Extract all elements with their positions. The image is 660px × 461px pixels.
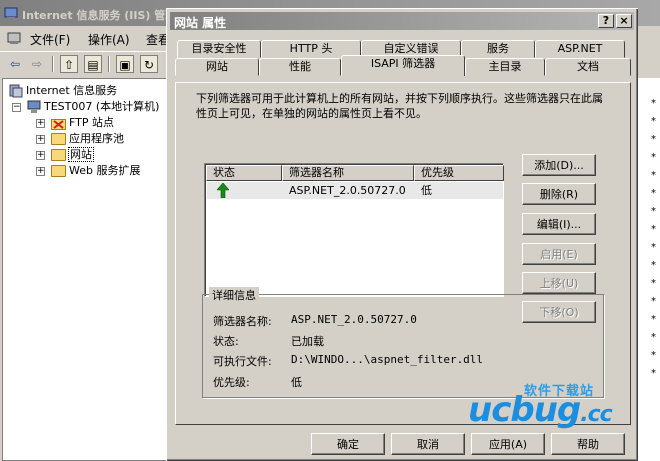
iis-server-icon	[9, 84, 23, 98]
status-mark: *	[651, 278, 656, 289]
folder-icon	[51, 165, 66, 177]
menu-file[interactable]: 文件(F)	[30, 31, 70, 48]
tab-documents[interactable]: 文档	[545, 58, 631, 76]
detail-exe-value: D:\WINDO...\aspnet_filter.dll	[291, 353, 484, 366]
column-filter-name[interactable]: 筛选器名称	[282, 165, 414, 181]
close-title-button[interactable]: ×	[616, 14, 632, 28]
filter-name-cell: ASP.NET_2.0.50727.0	[289, 184, 406, 197]
status-mark: *	[651, 188, 656, 199]
folder-icon	[51, 149, 66, 161]
show-tree-icon[interactable]: ▤	[84, 55, 102, 73]
status-mark: *	[651, 350, 656, 361]
mmc-window-icon	[7, 32, 21, 44]
tree-item-webext[interactable]: Web 服务扩展	[51, 163, 140, 179]
tree-item-websites[interactable]: 网站	[51, 147, 94, 163]
properties-icon[interactable]: ▣	[116, 55, 134, 73]
status-mark: *	[651, 368, 656, 379]
mmc-title: Internet 信息服务 (IIS) 管理器	[22, 9, 188, 22]
detail-priority-label: 优先级:	[213, 376, 250, 389]
filter-priority-cell: 低	[421, 184, 432, 197]
status-mark: *	[651, 152, 656, 163]
status-mark: *	[651, 98, 656, 109]
help-title-button[interactable]: ?	[598, 14, 614, 28]
green-up-arrow-icon	[217, 183, 229, 198]
detail-priority-value: 低	[291, 376, 302, 389]
iis-app-icon	[4, 7, 18, 19]
tree-item-ftp[interactable]: FTP 站点	[51, 115, 114, 131]
details-title: 详细信息	[209, 287, 259, 303]
status-mark: *	[651, 206, 656, 217]
filters-description: 下列筛选器可用于此计算机上的所有网站，并按下列顺序执行。这些筛选器只在此属性页上…	[196, 92, 603, 120]
move-up-button[interactable]: 上移(U)	[522, 272, 596, 294]
mmc-menubar: 文件(F) 操作(A) 查看	[0, 28, 170, 48]
status-mark: *	[651, 134, 656, 145]
status-mark: *	[651, 260, 656, 271]
detail-exe-label: 可执行文件:	[213, 355, 272, 368]
tab-performance[interactable]: 性能	[259, 58, 341, 76]
status-mark: *	[651, 314, 656, 325]
detail-status-label: 状态:	[213, 335, 239, 348]
isapi-filters-panel: 下列筛选器可用于此计算机上的所有网站，并按下列顺序执行。这些筛选器只在此属性页上…	[175, 82, 631, 425]
refresh-icon[interactable]: ↻	[140, 55, 158, 73]
expand-icon[interactable]: +	[36, 135, 45, 144]
status-mark: *	[651, 296, 656, 307]
detail-name-value: ASP.NET_2.0.50727.0	[291, 313, 417, 326]
tree-root[interactable]: Internet 信息服务	[9, 83, 117, 99]
console-tree: Internet 信息服务 − TEST007 (本地计算机) + FTP 站点…	[2, 78, 168, 461]
tab-home-directory[interactable]: 主目录	[465, 58, 545, 76]
menu-action[interactable]: 操作(A)	[88, 31, 130, 48]
watermark: 软件下载站 ucbug.cc	[466, 380, 660, 444]
status-mark: *	[651, 332, 656, 343]
edit-button[interactable]: 编辑(I)...	[522, 213, 596, 235]
dialog-title: 网站 属性	[174, 16, 227, 30]
status-mark: *	[651, 224, 656, 235]
back-arrow-icon[interactable]: ⇦	[6, 55, 24, 73]
forward-arrow-icon[interactable]: ⇨	[28, 55, 46, 73]
column-priority[interactable]: 优先级	[414, 165, 504, 181]
ok-button[interactable]: 确定	[311, 433, 385, 455]
tab-website[interactable]: 网站	[175, 58, 259, 76]
filter-list[interactable]: 状态 筛选器名称 优先级 ASP.NET_2.0.50727.0 低	[204, 163, 504, 297]
expand-icon[interactable]: +	[36, 151, 45, 160]
dialog-title-bar: 网站 属性 ? ×	[170, 12, 634, 30]
tab-aspnet[interactable]: ASP.NET	[535, 40, 625, 58]
cancel-button[interactable]: 取消	[391, 433, 465, 455]
column-status[interactable]: 状态	[206, 165, 282, 181]
status-mark: *	[651, 170, 656, 181]
up-folder-icon[interactable]: ⇧	[60, 55, 78, 73]
collapse-icon[interactable]: −	[12, 103, 21, 112]
remove-button[interactable]: 删除(R)	[522, 183, 596, 205]
tab-service[interactable]: 服务	[461, 40, 535, 58]
status-mark: *	[651, 242, 656, 253]
expand-icon[interactable]: +	[36, 119, 45, 128]
detail-name-label: 筛选器名称:	[213, 315, 272, 328]
mmc-toolbar: ⇦ ⇨ ⇧ ▤ ▣ ↻	[0, 51, 170, 75]
tab-isapi-filters[interactable]: ISAPI 筛选器	[341, 55, 465, 76]
add-button[interactable]: 添加(D)...	[522, 154, 596, 176]
watermark-logo: ucbug.cc	[468, 390, 613, 430]
tree-computer[interactable]: TEST007 (本地计算机)	[27, 99, 159, 115]
expand-icon[interactable]: +	[36, 167, 45, 176]
filter-list-header: 状态 筛选器名称 优先级	[206, 165, 504, 181]
folder-icon	[51, 133, 66, 145]
enable-button[interactable]: 启用(E)	[522, 243, 596, 265]
tab-directory-security[interactable]: 目录安全性	[177, 40, 261, 58]
computer-icon	[27, 100, 41, 113]
detail-status-value: 已加载	[291, 335, 324, 348]
status-mark: *	[651, 116, 656, 127]
table-row[interactable]: ASP.NET_2.0.50727.0 低	[207, 182, 503, 199]
tree-item-apppool[interactable]: 应用程序池	[51, 131, 124, 147]
ftp-folder-icon	[51, 118, 66, 130]
